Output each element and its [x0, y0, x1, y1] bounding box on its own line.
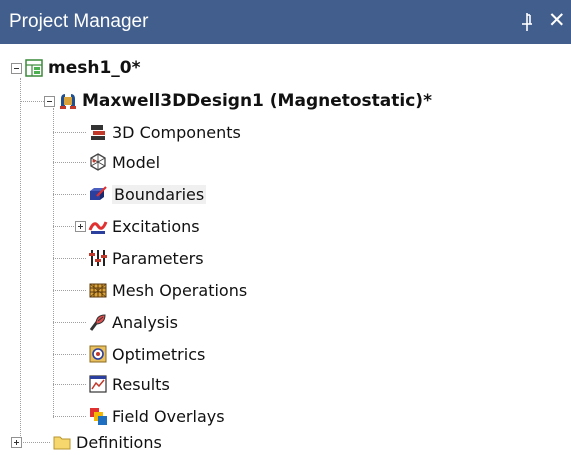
tree-node-label: Maxwell3DDesign1 (Magnetostatic)* [82, 91, 432, 111]
tree-node-label: Definitions [76, 432, 162, 452]
boundaries-icon [88, 184, 108, 204]
panel-title: Project Manager [9, 11, 149, 32]
tree-node-label: Results [112, 374, 170, 394]
tree-line [53, 354, 86, 355]
tree-node-results[interactable]: Results [88, 371, 170, 397]
tree-line [53, 108, 54, 418]
tree-line [20, 78, 21, 444]
tree-node-label: Boundaries [112, 184, 207, 204]
tree-node-definitions[interactable]: Definitions [52, 429, 162, 455]
tree-line [20, 442, 50, 443]
tree-node-design[interactable]: Maxwell3DDesign1 (Magnetostatic)* [58, 88, 432, 114]
collapse-toggle[interactable] [44, 96, 55, 107]
tree-node-label: Field Overlays [112, 406, 225, 426]
tree-line [53, 384, 86, 385]
tree-node-3d-components[interactable]: 3D Components [88, 119, 241, 145]
tree-node-model[interactable]: Model [88, 149, 160, 175]
tree-node-label: Analysis [112, 312, 178, 332]
excitations-icon [88, 216, 108, 236]
tree-node-project[interactable]: mesh1_0* [24, 55, 141, 81]
tree-line [53, 194, 86, 195]
tree-line [53, 290, 86, 291]
tree-node-label: Excitations [112, 216, 200, 236]
parameters-icon [88, 248, 108, 268]
tree-node-excitations[interactable]: Excitations [88, 213, 200, 239]
tree-line [53, 132, 86, 133]
tree-node-label: Mesh Operations [112, 280, 248, 300]
expand-toggle[interactable] [11, 437, 22, 448]
tree-node-analysis[interactable]: Analysis [88, 309, 178, 335]
tree-line [53, 162, 86, 163]
analysis-icon [88, 312, 108, 332]
tree-node-parameters[interactable]: Parameters [88, 245, 204, 271]
expand-toggle[interactable] [75, 221, 86, 232]
tree-line [53, 258, 86, 259]
collapse-toggle[interactable] [11, 63, 22, 74]
tree-node-optimetrics[interactable]: Optimetrics [88, 341, 205, 367]
tree-node-label: 3D Components [112, 122, 241, 142]
tree-node-label: Model [112, 152, 161, 172]
tree-node-boundaries[interactable]: Boundaries [88, 181, 207, 207]
tree-node-label: mesh1_0* [48, 58, 141, 78]
optimetrics-icon [88, 344, 108, 364]
tree-line [20, 101, 44, 102]
project-tree: mesh1_0* Maxwell3DDesign1 (Magnetostatic… [0, 44, 571, 455]
tree-line [53, 416, 86, 417]
mesh-operations-icon [88, 280, 108, 300]
project-icon [24, 58, 44, 78]
pin-icon[interactable] [519, 12, 535, 32]
field-overlays-icon [88, 406, 108, 426]
results-icon [88, 374, 108, 394]
tree-node-label: Optimetrics [112, 344, 206, 364]
panel-titlebar: Project Manager ✕ [0, 0, 571, 44]
tree-node-field-overlays[interactable]: Field Overlays [88, 403, 225, 429]
3d-components-icon [88, 122, 108, 142]
folder-icon [52, 432, 72, 452]
model-icon [88, 152, 108, 172]
project-manager-panel: Project Manager ✕ mesh1_0* Maxwell3DDesi… [0, 0, 571, 455]
tree-node-label: Parameters [112, 248, 204, 268]
tree-line [53, 322, 86, 323]
maxwell-design-icon [58, 91, 78, 111]
close-icon[interactable]: ✕ [548, 9, 566, 31]
tree-node-mesh-operations[interactable]: Mesh Operations [88, 277, 247, 303]
